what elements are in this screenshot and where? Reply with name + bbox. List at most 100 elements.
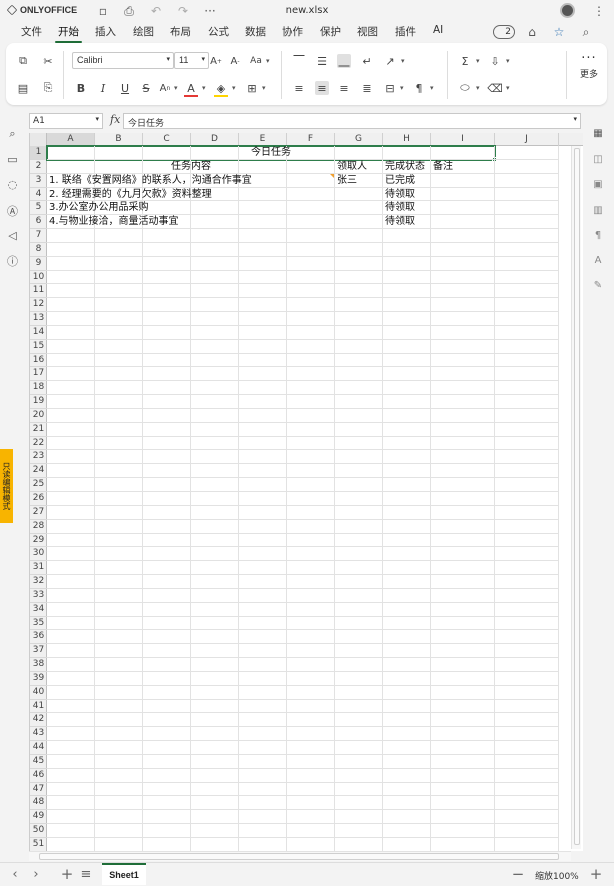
chevron-down-icon[interactable]: ▾ bbox=[232, 84, 236, 92]
row-header-47[interactable]: 47 bbox=[30, 783, 47, 797]
zoom-out-icon[interactable]: − bbox=[511, 865, 525, 883]
formula-input[interactable]: 今日任务 ▾ bbox=[123, 113, 581, 129]
chat-icon[interactable]: ◌ bbox=[5, 177, 20, 192]
paste-icon[interactable]: ▤ bbox=[16, 81, 30, 95]
favorite-star-icon[interactable]: ☆ bbox=[551, 24, 567, 40]
name-box[interactable]: A1 ▾ bbox=[29, 113, 103, 129]
chevron-down-icon[interactable]: ▾ bbox=[506, 84, 510, 92]
decrease-font-icon[interactable]: A- bbox=[228, 54, 242, 68]
align-top-icon[interactable]: ⎺ bbox=[292, 54, 306, 68]
bold-icon[interactable]: B bbox=[74, 81, 88, 95]
tab-plugins[interactable]: 插件 bbox=[395, 24, 416, 39]
row-header-36[interactable]: 36 bbox=[30, 630, 47, 645]
user-avatar[interactable] bbox=[560, 3, 575, 18]
spellcheck-icon[interactable]: Ⓐ bbox=[5, 203, 20, 218]
row-header-23[interactable]: 23 bbox=[30, 450, 47, 465]
row-header-48[interactable]: 48 bbox=[30, 796, 47, 811]
row-header-46[interactable]: 46 bbox=[30, 769, 47, 783]
tab-home[interactable]: 开始 bbox=[55, 24, 82, 43]
row-header-51[interactable]: 51 bbox=[30, 838, 47, 851]
borders-icon[interactable]: ⊞ bbox=[245, 81, 259, 95]
comments-icon[interactable]: ▭ bbox=[5, 152, 20, 167]
row-header-7[interactable]: 7 bbox=[30, 229, 47, 243]
feedback-icon[interactable]: ◁ bbox=[5, 228, 20, 243]
row-header-45[interactable]: 45 bbox=[30, 755, 47, 769]
signature-settings-icon[interactable]: ✎ bbox=[591, 278, 605, 292]
align-center-icon[interactable]: ≡ bbox=[315, 81, 329, 95]
chart-settings-icon[interactable]: ▥ bbox=[591, 203, 605, 217]
row-header-28[interactable]: 28 bbox=[30, 520, 47, 534]
search-icon[interactable]: ⌕ bbox=[5, 126, 20, 141]
chevron-down-icon[interactable]: ▾ bbox=[401, 57, 405, 65]
tab-protect[interactable]: 保护 bbox=[320, 24, 341, 39]
row-header-29[interactable]: 29 bbox=[30, 534, 47, 548]
row-header-10[interactable]: 10 bbox=[30, 271, 47, 285]
copy-icon[interactable]: ⧉ bbox=[16, 54, 30, 68]
justify-icon[interactable]: ≣ bbox=[360, 81, 374, 95]
row-header-39[interactable]: 39 bbox=[30, 672, 47, 686]
sheet-tab[interactable]: Sheet1 bbox=[102, 863, 146, 885]
row-header-4[interactable]: 4 bbox=[30, 188, 47, 202]
row-header-8[interactable]: 8 bbox=[30, 243, 47, 257]
cut-icon[interactable]: ✂ bbox=[41, 54, 55, 68]
underline-icon[interactable]: U bbox=[118, 81, 132, 95]
row-header-2[interactable]: 2 bbox=[30, 160, 47, 174]
prev-sheet-icon[interactable]: ‹ bbox=[8, 867, 22, 882]
more-button[interactable]: ··· 更多 bbox=[578, 52, 600, 80]
zoom-in-icon[interactable]: + bbox=[589, 865, 603, 883]
row-header-24[interactable]: 24 bbox=[30, 464, 47, 479]
merge-cells-icon[interactable]: ⊟ bbox=[383, 81, 397, 95]
row-header-17[interactable]: 17 bbox=[30, 367, 47, 382]
cell-format-icon[interactable]: ¶ bbox=[412, 81, 426, 95]
cell-g2[interactable]: 领取人 bbox=[337, 160, 367, 174]
font-size-select[interactable]: 11 ▾ bbox=[174, 52, 209, 69]
next-sheet-icon[interactable]: › bbox=[29, 867, 43, 882]
row-header-37[interactable]: 37 bbox=[30, 644, 47, 659]
row-header-40[interactable]: 40 bbox=[30, 686, 47, 700]
insert-function-icon[interactable]: fx bbox=[110, 113, 120, 126]
cell-a2[interactable]: 任务内容 bbox=[47, 160, 335, 174]
italic-icon[interactable]: I bbox=[96, 81, 110, 95]
tab-draw[interactable]: 绘图 bbox=[133, 24, 154, 39]
chevron-down-icon[interactable]: ▾ bbox=[174, 84, 178, 92]
cell-h5[interactable]: 待领取 bbox=[385, 201, 415, 215]
row-header-26[interactable]: 26 bbox=[30, 492, 47, 506]
row-header-15[interactable]: 15 bbox=[30, 340, 47, 354]
row-header-12[interactable]: 12 bbox=[30, 298, 47, 313]
row-header-3[interactable]: 3 bbox=[30, 174, 47, 188]
row-header-20[interactable]: 20 bbox=[30, 409, 47, 423]
sum-icon[interactable]: Σ bbox=[458, 54, 472, 68]
row-header-1[interactable]: 1 bbox=[30, 146, 47, 160]
cell-h4[interactable]: 待领取 bbox=[385, 188, 415, 202]
tab-layout[interactable]: 布局 bbox=[170, 24, 191, 39]
row-header-33[interactable]: 33 bbox=[30, 589, 47, 603]
chevron-down-icon[interactable]: ▾ bbox=[266, 57, 270, 65]
tab-ai[interactable]: AI bbox=[433, 24, 443, 36]
clear-icon[interactable]: ⌫ bbox=[487, 81, 503, 95]
align-middle-icon[interactable]: ☰ bbox=[315, 54, 329, 68]
row-header-43[interactable]: 43 bbox=[30, 727, 47, 742]
align-left-icon[interactable]: ≡ bbox=[292, 81, 306, 95]
row-header-14[interactable]: 14 bbox=[30, 326, 47, 340]
chevron-down-icon[interactable]: ▾ bbox=[506, 57, 510, 65]
row-header-27[interactable]: 27 bbox=[30, 506, 47, 520]
row-header-32[interactable]: 32 bbox=[30, 575, 47, 589]
row-header-21[interactable]: 21 bbox=[30, 423, 47, 437]
horizontal-scrollbar[interactable] bbox=[29, 851, 571, 861]
chevron-down-icon[interactable]: ▾ bbox=[400, 84, 404, 92]
horizontal-scroll-thumb[interactable] bbox=[39, 853, 559, 860]
subscript-icon[interactable]: An bbox=[158, 81, 172, 95]
row-header-16[interactable]: 16 bbox=[30, 354, 47, 368]
coediting-users-badge[interactable]: 2 bbox=[493, 25, 515, 39]
paragraph-settings-icon[interactable]: ¶ bbox=[591, 228, 605, 242]
column-header-j[interactable]: J bbox=[495, 133, 559, 146]
font-name-select[interactable]: Calibri ▾ bbox=[72, 52, 174, 69]
vertical-scrollbar[interactable] bbox=[571, 146, 581, 849]
font-color-icon[interactable]: A bbox=[184, 81, 198, 95]
cell-i2[interactable]: 备注 bbox=[433, 160, 453, 174]
format-painter-icon[interactable]: ⎘ bbox=[41, 81, 55, 95]
chevron-down-icon[interactable]: ▾ bbox=[430, 84, 434, 92]
info-icon[interactable]: ⓘ bbox=[5, 253, 20, 268]
text-orientation-icon[interactable]: ↗ bbox=[383, 54, 397, 68]
chevron-down-icon[interactable]: ▾ bbox=[202, 84, 206, 92]
